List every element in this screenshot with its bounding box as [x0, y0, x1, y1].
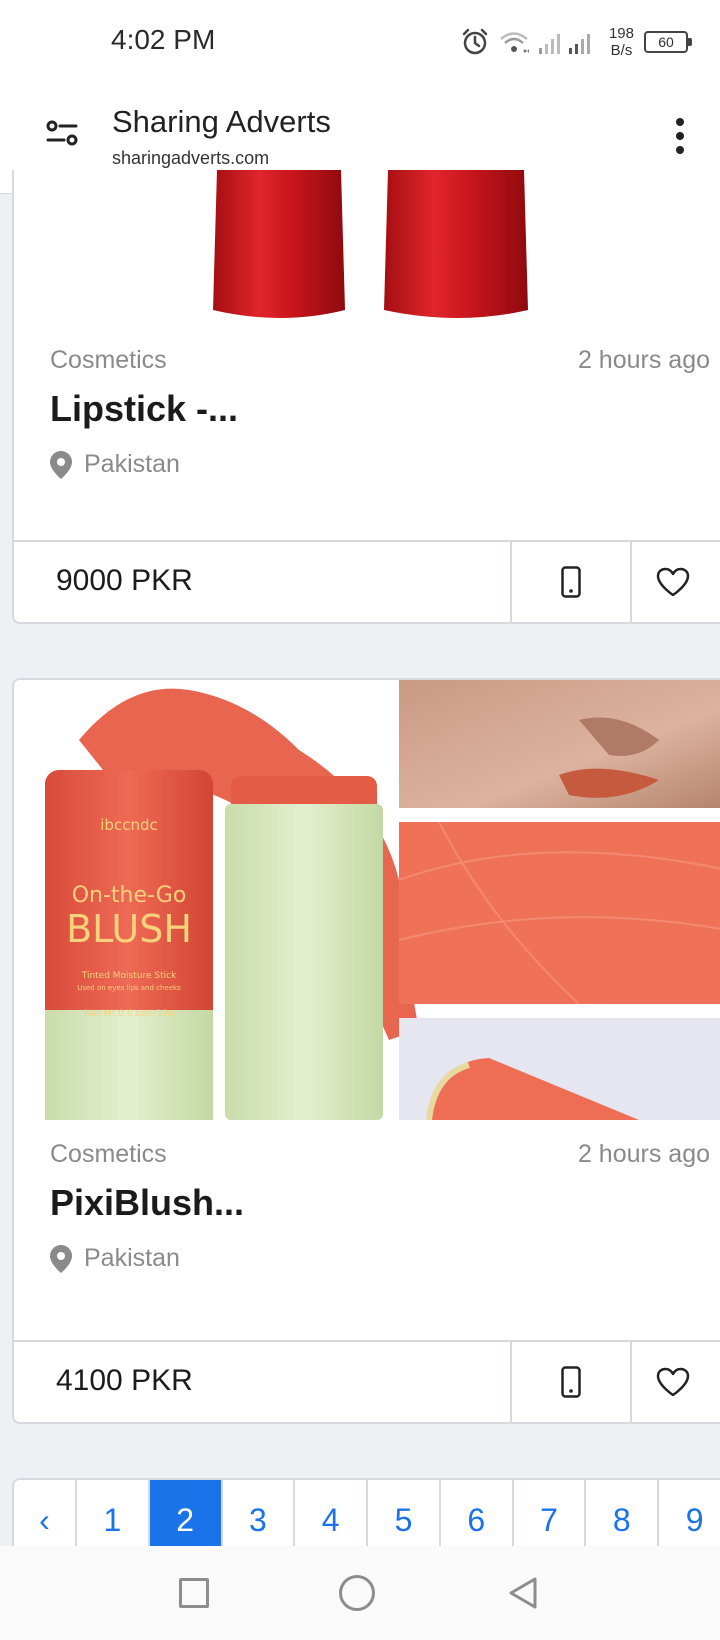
nav-home-icon[interactable]	[339, 1575, 375, 1611]
net-speed: 198 B/s	[609, 25, 634, 59]
battery-level: 60	[658, 34, 674, 50]
location-pin-icon	[50, 450, 72, 479]
image-line1: On-the-Go	[72, 883, 187, 908]
listing-price: 9000 PKR	[56, 564, 193, 597]
image-brand: ibccndc	[100, 816, 157, 834]
status-icons: 198 B/s 60	[461, 20, 692, 64]
page-5[interactable]: 5	[368, 1480, 441, 1546]
battery-icon: 60	[644, 31, 692, 53]
listing-card[interactable]: Cosmetics 2 hours ago Lipstick -... Paki…	[12, 170, 720, 624]
listing-title[interactable]: PixiBlush...	[50, 1182, 244, 1224]
site-url[interactable]: sharingadverts.com	[112, 148, 269, 169]
listing-category: Cosmetics	[50, 346, 167, 374]
site-title: Sharing Adverts	[112, 104, 331, 139]
listing-category: Cosmetics	[50, 1140, 167, 1168]
system-nav-bar	[0, 1546, 720, 1640]
alarm-icon	[462, 28, 488, 55]
wifi-icon	[500, 32, 529, 53]
page-4[interactable]: 4	[295, 1480, 369, 1546]
listing-footer: 4100 PKR	[14, 1340, 720, 1422]
page-6[interactable]: 6	[441, 1480, 514, 1546]
listing-time: 2 hours ago	[577, 1140, 710, 1168]
listing-location: Pakistan	[50, 1244, 180, 1273]
page-8[interactable]: 8	[586, 1480, 660, 1546]
page-2-current[interactable]: 2	[149, 1480, 223, 1546]
favorite-button[interactable]	[630, 1342, 720, 1422]
pagination: ‹ 1 2 3 4 5 6 7 8 9	[12, 1478, 720, 1546]
call-button[interactable]	[510, 542, 630, 622]
favorite-button[interactable]	[630, 542, 720, 622]
location-label: Pakistan	[84, 1244, 180, 1272]
signal-icon	[538, 34, 590, 54]
nav-recents-icon[interactable]	[179, 1578, 209, 1608]
listing-card[interactable]: ibccndc On-the-Go BLUSH Tinted Moisture …	[12, 678, 720, 1424]
heart-icon	[656, 1367, 690, 1397]
heart-icon	[656, 567, 690, 597]
net-speed-value: 198	[608, 25, 634, 42]
listing-image[interactable]: ibccndc On-the-Go BLUSH Tinted Moisture …	[14, 680, 720, 1120]
nav-back-icon[interactable]	[505, 1575, 541, 1611]
tune-icon[interactable]	[44, 114, 84, 154]
pagination-prev[interactable]: ‹	[14, 1480, 77, 1546]
net-speed-unit: B/s	[610, 42, 633, 59]
listing-time: 2 hours ago	[577, 346, 710, 374]
page-3[interactable]: 3	[223, 1480, 296, 1546]
listing-title[interactable]: Lipstick -...	[50, 388, 238, 430]
listing-location: Pakistan	[50, 450, 180, 479]
image-sub1: Tinted Moisture Stick	[81, 971, 177, 981]
page-1[interactable]: 1	[77, 1480, 150, 1546]
image-line2: BLUSH	[66, 907, 192, 951]
call-button[interactable]	[510, 1342, 630, 1422]
location-pin-icon	[50, 1244, 72, 1273]
image-sub2: Used on eyes lips and cheeks	[77, 984, 181, 992]
location-label: Pakistan	[84, 450, 180, 478]
page-9[interactable]: 9	[659, 1480, 720, 1546]
status-time: 4:02 PM	[111, 24, 216, 55]
image-weight: Net Wt.0.6.oz/℮19g	[84, 1009, 173, 1019]
listing-price: 4100 PKR	[56, 1364, 193, 1397]
listing-footer: 9000 PKR	[14, 540, 720, 622]
page-7[interactable]: 7	[514, 1480, 587, 1546]
status-bar: 4:02 PM 198 B/s 60	[0, 0, 720, 84]
listing-image[interactable]	[14, 170, 720, 320]
phone-icon	[561, 1366, 581, 1398]
phone-icon	[561, 566, 581, 598]
more-vert-icon[interactable]	[668, 114, 692, 158]
